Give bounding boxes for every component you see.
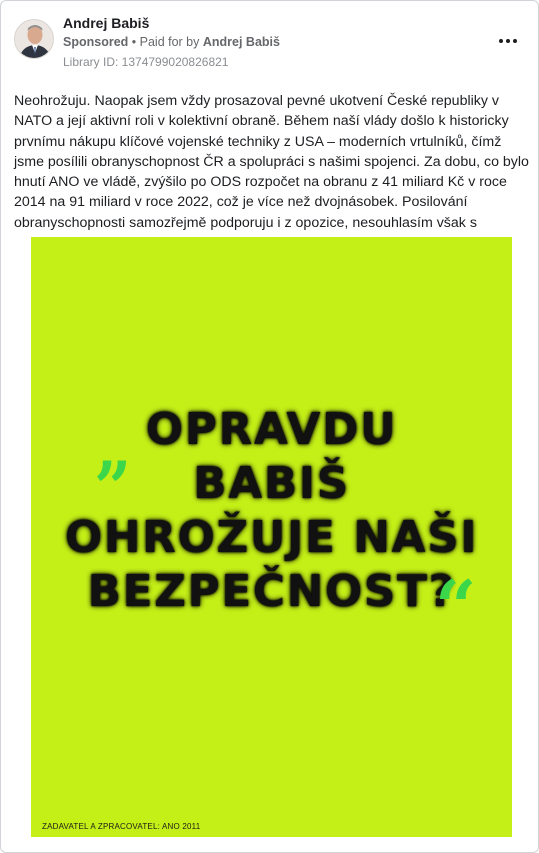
paid-for-name: Andrej Babiš xyxy=(202,35,280,49)
profile-photo-icon xyxy=(15,20,53,58)
headline-line-2: BABIŠ xyxy=(193,458,350,509)
library-id: Library ID: 1374799020826821 xyxy=(63,55,229,69)
sponsored-label: Sponsored xyxy=(63,35,129,49)
ad-body-text: Neohrožuju. Naopak jsem vždy prosazoval … xyxy=(14,93,529,251)
poster-disclaimer: ZADAVATEL A ZPRACOVATEL: ANO 2011 xyxy=(42,822,201,831)
headline-line-1: OPRAVDU xyxy=(145,404,398,455)
headline-line-3: OHROŽUJE NAŠI xyxy=(64,512,479,563)
dot xyxy=(499,39,503,43)
poster-image: „ OPRAVDU BABIŠ OHROŽUJE NAŠI BEZPEČNOST… xyxy=(31,237,512,837)
more-options-icon[interactable] xyxy=(496,31,520,51)
quote-close-mark: “ xyxy=(435,564,477,649)
ad-card: Andrej Babiš Sponsored • Paid for by And… xyxy=(0,0,539,853)
post-header: Andrej Babiš Sponsored • Paid for by And… xyxy=(1,1,538,81)
meta-separator: • xyxy=(128,35,140,49)
page-name[interactable]: Andrej Babiš xyxy=(63,15,149,31)
ad-creative[interactable]: „ OPRAVDU BABIŠ OHROŽUJE NAŠI BEZPEČNOST… xyxy=(1,237,538,837)
dot xyxy=(506,39,510,43)
dot xyxy=(513,39,517,43)
sponsored-meta: Sponsored • Paid for by Andrej Babiš xyxy=(63,35,280,49)
avatar[interactable] xyxy=(14,19,54,59)
paid-for-prefix: Paid for by xyxy=(139,35,203,49)
